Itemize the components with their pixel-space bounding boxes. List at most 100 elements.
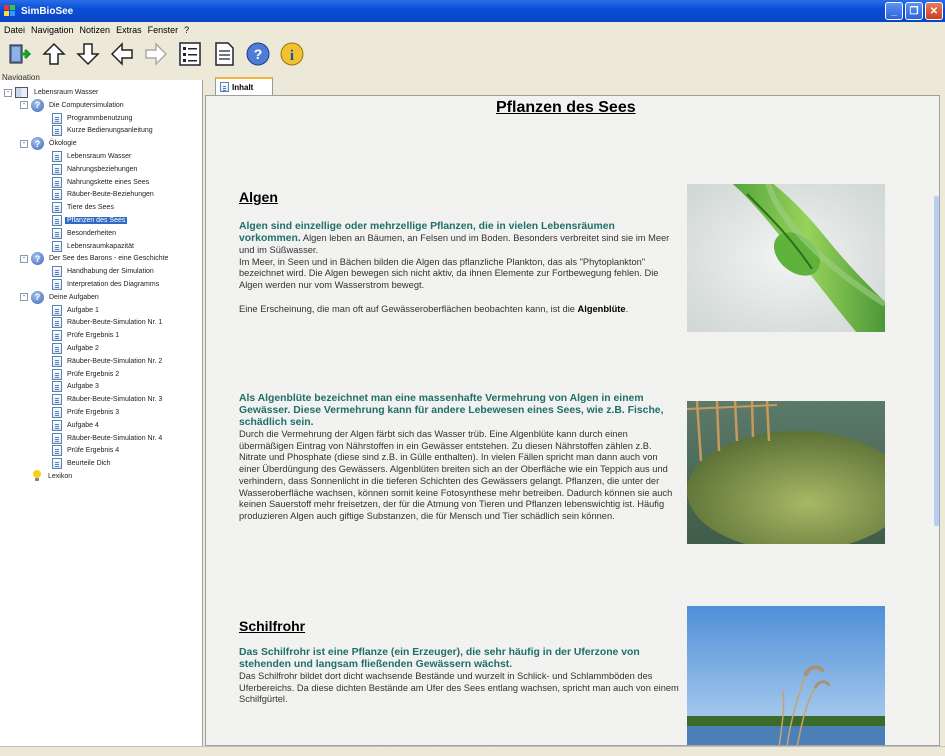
tree-item-label: Aufgabe 2 (67, 345, 99, 352)
tree-item[interactable]: Nahrungskette eines Sees (52, 176, 151, 189)
down-button[interactable] (74, 40, 102, 68)
minimize-button[interactable]: _ (885, 2, 903, 20)
back-button[interactable] (108, 40, 136, 68)
exit-button[interactable] (6, 40, 34, 68)
tree-item-label: Räuber-Beute-Beziehungen (67, 191, 154, 199)
collapse-toggle-icon[interactable]: - (20, 101, 28, 110)
document-icon (52, 445, 62, 457)
section-algen-text: Algen sind einzellige oder mehrzellige P… (239, 221, 679, 315)
document-icon (52, 419, 62, 431)
document-icon (52, 227, 62, 239)
tree-item-label: Lebensraumkapazität (67, 242, 134, 250)
tree-item-label: Lexikon (48, 473, 73, 480)
window-title: SimBioSee (21, 5, 74, 17)
tree-item[interactable]: Pflanzen des Sees (52, 214, 128, 227)
tree-item[interactable]: Prüfe Ergebnis 3 (52, 406, 121, 419)
tree-item-label: Pflanzen des Sees (65, 217, 128, 224)
menu-extras[interactable]: Extras (114, 25, 146, 35)
tree-item-label: Räuber-Beute-Simulation Nr. 3 (67, 396, 163, 404)
forward-button[interactable] (142, 40, 170, 68)
tree-item[interactable]: -? Deine Aufgaben (20, 290, 101, 304)
tree-item[interactable]: Lebensraumkapazität (52, 240, 136, 253)
tree-item[interactable]: - Lebensraum Wasser (4, 86, 100, 99)
document-icon (215, 42, 234, 66)
help-icon: ? (246, 42, 270, 66)
menu-help[interactable]: ? (182, 25, 193, 35)
tree-item[interactable]: Handhabung der Simulation (52, 265, 156, 278)
menu-fenster[interactable]: Fenster (146, 25, 183, 35)
tree-item-label: Besonderheiten (67, 229, 117, 237)
tree-item[interactable]: Lexikon (32, 470, 74, 483)
menu-notizen[interactable]: Notizen (78, 25, 115, 35)
tree-item-label: Prüfe Ergebnis 4 (67, 447, 120, 455)
document-icon (52, 355, 62, 367)
section-schilfrohr-text: Das Schilfrohr ist eine Pflanze (ein Erz… (239, 647, 679, 706)
tree-item-label: Nahrungskette eines Sees (67, 178, 150, 186)
tree-item-label: Prüfe Ergebnis 2 (67, 370, 120, 378)
section-algen-body3: Eine Erscheinung, die man oft auf Gewäss… (239, 303, 578, 314)
tree-item[interactable]: Räuber-Beute-Beziehungen (52, 188, 156, 201)
tree-item[interactable]: Prüfe Ergebnis 4 (52, 444, 121, 457)
tree-item[interactable]: Tiere des Sees (52, 201, 116, 214)
tree-item[interactable]: Räuber-Beute-Simulation Nr. 2 (52, 355, 164, 368)
tree-item[interactable]: Interpretation des Diagramms (52, 278, 161, 291)
tree-view-icon (179, 42, 201, 66)
tree-item[interactable]: Prüfe Ergebnis 2 (52, 368, 121, 381)
tree-item-label: Räuber-Beute-Simulation Nr. 1 (67, 319, 163, 327)
help-icon: ? (31, 252, 44, 266)
section-schilfrohr-lead: Das Schilfrohr ist eine Pflanze (ein Erz… (239, 647, 640, 670)
restore-button[interactable]: ❐ (905, 2, 923, 20)
tree-item[interactable]: Nahrungsbeziehungen (52, 163, 139, 176)
collapse-toggle-icon[interactable]: - (20, 254, 28, 263)
tree-item[interactable]: Programmbenutzung (52, 112, 134, 125)
tree-view-button[interactable] (176, 40, 204, 68)
tab-inhalt[interactable]: Inhalt (215, 77, 273, 95)
document-icon (52, 151, 62, 162)
tree-item[interactable]: Räuber-Beute-Simulation Nr. 1 (52, 316, 164, 329)
help-icon: ? (31, 137, 44, 151)
arrow-right-icon (145, 42, 168, 66)
arrow-up-icon (42, 42, 66, 65)
tree-item-label: Räuber-Beute-Simulation Nr. 2 (67, 357, 163, 365)
help-button[interactable]: ? (244, 40, 272, 68)
tree-item-label: Die Computersimulation (49, 101, 124, 109)
tree-item-label: Kurze Bedienungsanleitung (67, 127, 153, 135)
tree-item[interactable]: Räuber-Beute-Simulation Nr. 4 (52, 432, 164, 445)
tree-item[interactable]: Prüfe Ergebnis 1 (52, 329, 121, 342)
collapse-toggle-icon[interactable]: - (4, 88, 12, 97)
tree-item[interactable]: Lebensraum Wasser (52, 150, 133, 163)
tree-item[interactable]: Beurteile Dich (52, 457, 113, 470)
collapse-toggle-icon[interactable]: - (20, 139, 28, 148)
document-button[interactable] (210, 40, 238, 68)
tree-item[interactable]: Räuber-Beute-Simulation Nr. 3 (52, 393, 164, 406)
svg-text:?: ? (254, 46, 263, 62)
close-button[interactable]: ✕ (925, 2, 943, 20)
tree-item[interactable]: -? Die Computersimulation (20, 98, 126, 112)
collapse-toggle-icon[interactable]: - (20, 293, 28, 302)
tree-item[interactable]: Kurze Bedienungsanleitung (52, 124, 155, 137)
tree-item[interactable]: Aufgabe 3 (52, 380, 101, 393)
document-icon (52, 432, 62, 444)
menu-datei[interactable]: Datei (2, 25, 29, 35)
tree-item[interactable]: -? Ökologie (20, 137, 79, 151)
tree-item[interactable]: Aufgabe 2 (52, 342, 101, 355)
menu-navigation[interactable]: Navigation (29, 25, 78, 35)
document-icon (52, 202, 62, 214)
tree-item[interactable]: Aufgabe 4 (52, 419, 101, 432)
tree-item-label: Aufgabe 4 (67, 421, 99, 429)
tree-item[interactable]: Aufgabe 1 (52, 304, 101, 317)
vertical-scrollbar[interactable] (934, 196, 939, 526)
tree-item[interactable]: Besonderheiten (52, 227, 118, 240)
menu-bar: Datei Navigation Notizen Extras Fenster … (0, 22, 945, 37)
document-icon (220, 82, 229, 92)
section-algenbluete-body: Durch die Vermehrung der Algen färbt sic… (239, 429, 673, 521)
svg-text:i: i (290, 48, 294, 64)
info-button[interactable]: i (278, 40, 306, 68)
reed-image (687, 606, 885, 745)
tree-item[interactable]: -? Der See des Barons - eine Geschichte (20, 252, 170, 266)
document-icon (52, 176, 62, 188)
document-icon (52, 343, 62, 354)
up-button[interactable] (40, 40, 68, 68)
document-icon (52, 163, 62, 175)
tree-item-label: Prüfe Ergebnis 1 (67, 332, 120, 340)
